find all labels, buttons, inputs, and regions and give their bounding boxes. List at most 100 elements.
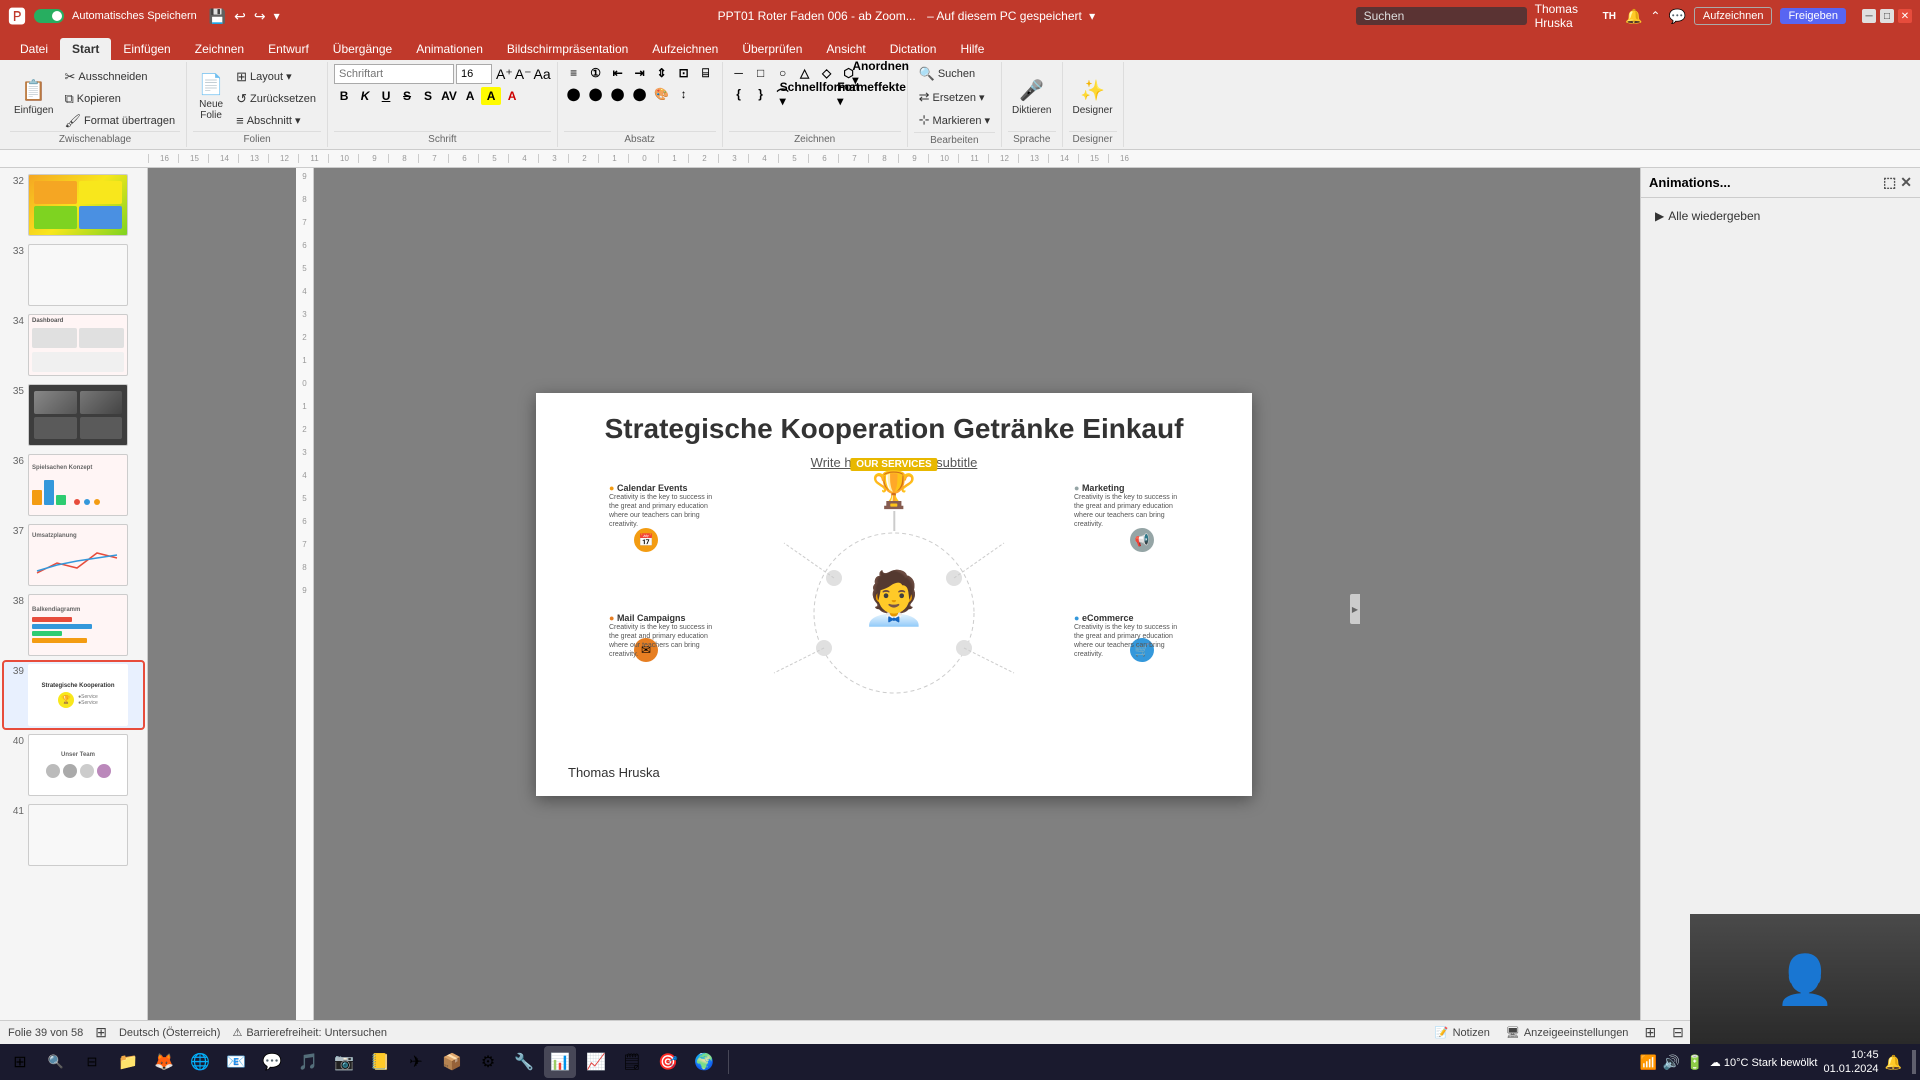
view-normal-button[interactable]: ⊞ bbox=[1644, 1024, 1656, 1041]
slide-thumb-39[interactable]: 39 Strategische Kooperation 🏆 ●Service●S… bbox=[4, 662, 143, 728]
weather-widget[interactable]: ☁ 10°C Stark bewölkt bbox=[1710, 1056, 1818, 1069]
taskview-button[interactable]: ⊟ bbox=[76, 1046, 108, 1078]
network-icon[interactable]: 📶 bbox=[1639, 1054, 1656, 1071]
tab-dictation[interactable]: Dictation bbox=[878, 38, 949, 60]
app5-button[interactable]: 🗒 bbox=[616, 1046, 648, 1078]
panel-collapse-button[interactable]: ▶ bbox=[1350, 594, 1360, 624]
einfuegen-button[interactable]: 📋 Einfügen bbox=[10, 69, 57, 125]
abschnitt-button[interactable]: ≡ Abschnitt ▾ bbox=[231, 111, 321, 130]
slide-thumb-36[interactable]: 36 Spielsachen Konzept bbox=[4, 452, 143, 518]
slide-thumb-34[interactable]: 34 Dashboard bbox=[4, 312, 143, 378]
shape2[interactable]: □ bbox=[751, 64, 771, 82]
suchen-button[interactable]: 🔍 Suchen bbox=[914, 64, 981, 84]
tab-zeichnen[interactable]: Zeichnen bbox=[183, 38, 256, 60]
numbered-list-button[interactable]: ① bbox=[586, 64, 606, 82]
designer-button[interactable]: ✨ Designer bbox=[1069, 69, 1117, 125]
formeffekte-button[interactable]: Formeffekte ▾ bbox=[847, 85, 897, 103]
notification-center-button[interactable]: 🔔 bbox=[1885, 1054, 1902, 1071]
slide-thumb-41[interactable]: 41 bbox=[4, 802, 143, 868]
groove-music-button[interactable]: 🎵 bbox=[292, 1046, 324, 1078]
display-settings-button[interactable]: 🖥 Anzeigeeinstellungen bbox=[1506, 1026, 1629, 1039]
bullets-button[interactable]: ≡ bbox=[564, 64, 584, 82]
underline-button[interactable]: U bbox=[376, 87, 396, 105]
windows-start-button[interactable]: ⊞ bbox=[4, 1046, 36, 1078]
panel-expand-icon[interactable]: ⬚ bbox=[1883, 174, 1896, 191]
app6-button[interactable]: 🎯 bbox=[652, 1046, 684, 1078]
powerpoint-taskbar-button[interactable]: 📊 bbox=[544, 1046, 576, 1078]
slide-thumb-38[interactable]: 38 Balkendiagramm bbox=[4, 592, 143, 658]
justify-button[interactable]: ⬤ bbox=[630, 85, 650, 103]
language-status[interactable]: Deutsch (Österreich) bbox=[119, 1027, 220, 1039]
slide-view-icon[interactable]: ⊞ bbox=[95, 1024, 107, 1041]
view-slide-sorter-button[interactable]: ⊟ bbox=[1672, 1024, 1684, 1041]
kopieren-button[interactable]: ⧉ Kopieren bbox=[59, 89, 180, 109]
font-size-input[interactable] bbox=[456, 64, 492, 84]
tab-animationen[interactable]: Animationen bbox=[404, 38, 495, 60]
zuruecksetzen-button[interactable]: ↺ Zurücksetzen bbox=[231, 89, 321, 109]
line-spacing-button[interactable]: ↕ bbox=[674, 85, 694, 103]
font-color-2-button[interactable]: A bbox=[502, 87, 522, 105]
shape7[interactable]: { bbox=[729, 85, 749, 103]
taskbar-clock[interactable]: 10:45 01.01.2024 bbox=[1824, 1048, 1879, 1077]
autosave-toggle[interactable] bbox=[34, 9, 64, 23]
tab-einfuegen[interactable]: Einfügen bbox=[111, 38, 182, 60]
bold-button[interactable]: B bbox=[334, 87, 354, 105]
search-input[interactable] bbox=[1356, 7, 1527, 25]
smartart-button[interactable]: ⌸ bbox=[696, 64, 716, 82]
font-color-button[interactable]: A bbox=[460, 87, 480, 105]
increase-indent-button[interactable]: ⇥ bbox=[630, 64, 650, 82]
align-left-button[interactable]: ⬤ bbox=[564, 85, 584, 103]
battery-icon[interactable]: 🔋 bbox=[1686, 1054, 1703, 1071]
excel-button[interactable]: 📈 bbox=[580, 1046, 612, 1078]
align-center-button[interactable]: ⬤ bbox=[586, 85, 606, 103]
camera-button[interactable]: 📷 bbox=[328, 1046, 360, 1078]
ersetzen-button[interactable]: ⇄ Ersetzen ▾ bbox=[914, 87, 990, 107]
app7-button[interactable]: 🌍 bbox=[688, 1046, 720, 1078]
slide-canvas[interactable]: Strategische Kooperation Getränke Einkau… bbox=[536, 393, 1252, 796]
decrease-font-button[interactable]: A⁻ bbox=[515, 66, 532, 83]
notifications-icon[interactable]: 🔔 bbox=[1625, 8, 1642, 25]
show-desktop-button[interactable] bbox=[1912, 1050, 1916, 1074]
app2-button[interactable]: 📦 bbox=[436, 1046, 468, 1078]
onenote-button[interactable]: 📒 bbox=[364, 1046, 396, 1078]
explorer-button[interactable]: 📁 bbox=[112, 1046, 144, 1078]
app4-button[interactable]: 🔧 bbox=[508, 1046, 540, 1078]
undo-icon[interactable]: ↩ bbox=[234, 8, 246, 25]
close-button[interactable]: ✕ bbox=[1898, 9, 1912, 23]
comments-icon[interactable]: 💬 bbox=[1668, 8, 1685, 25]
shape1[interactable]: ─ bbox=[729, 64, 749, 82]
sound-icon[interactable]: 🔊 bbox=[1663, 1054, 1680, 1071]
strikethrough-button[interactable]: S bbox=[397, 87, 417, 105]
format-uebertragen-button[interactable]: 🖌 Format übertragen bbox=[59, 111, 180, 131]
redo-icon[interactable]: ↪ bbox=[254, 8, 266, 25]
chrome-button[interactable]: 🌐 bbox=[184, 1046, 216, 1078]
markieren-button[interactable]: ⊹ Markieren ▾ bbox=[914, 110, 995, 130]
share-btn[interactable]: Freigeben bbox=[1780, 8, 1846, 24]
neue-folie-button[interactable]: 📄 NeueFolie bbox=[193, 69, 229, 125]
tab-uebergaenge[interactable]: Übergänge bbox=[321, 38, 404, 60]
tab-aufzeichnen[interactable]: Aufzeichnen bbox=[640, 38, 730, 60]
decrease-indent-button[interactable]: ⇤ bbox=[608, 64, 628, 82]
tab-ansicht[interactable]: Ansicht bbox=[814, 38, 877, 60]
slide-thumb-32[interactable]: 32 bbox=[4, 172, 143, 238]
panel-close-icon[interactable]: ✕ bbox=[1900, 174, 1912, 191]
firefox-button[interactable]: 🦊 bbox=[148, 1046, 180, 1078]
app3-button[interactable]: ⚙ bbox=[472, 1046, 504, 1078]
layout-button[interactable]: ⊞ Layout ▾ bbox=[231, 67, 321, 87]
maximize-button[interactable]: □ bbox=[1880, 9, 1894, 23]
char-spacing-button[interactable]: AV bbox=[439, 87, 459, 105]
outlook-button[interactable]: 📧 bbox=[220, 1046, 252, 1078]
slide-info[interactable]: Folie 39 von 58 bbox=[8, 1027, 83, 1039]
diktieren-button[interactable]: 🎤 Diktieren bbox=[1008, 69, 1055, 125]
ausschneiden-button[interactable]: ✂ Ausschneiden bbox=[59, 67, 180, 87]
font-name-input[interactable] bbox=[334, 64, 454, 84]
ribbon-toggle-icon[interactable]: ⌃ bbox=[1650, 9, 1660, 23]
text-highlight-button[interactable]: 🎨 bbox=[652, 85, 672, 103]
play-all-button[interactable]: ▶ Alle wiedergeben bbox=[1649, 206, 1912, 226]
taskbar-search-button[interactable]: 🔍 bbox=[40, 1046, 72, 1078]
teams-button[interactable]: 💬 bbox=[256, 1046, 288, 1078]
tab-ueberpruefen[interactable]: Überprüfen bbox=[730, 38, 814, 60]
italic-button[interactable]: K bbox=[355, 87, 375, 105]
tab-start[interactable]: Start bbox=[60, 38, 111, 60]
clear-format-button[interactable]: Aa bbox=[534, 66, 551, 82]
